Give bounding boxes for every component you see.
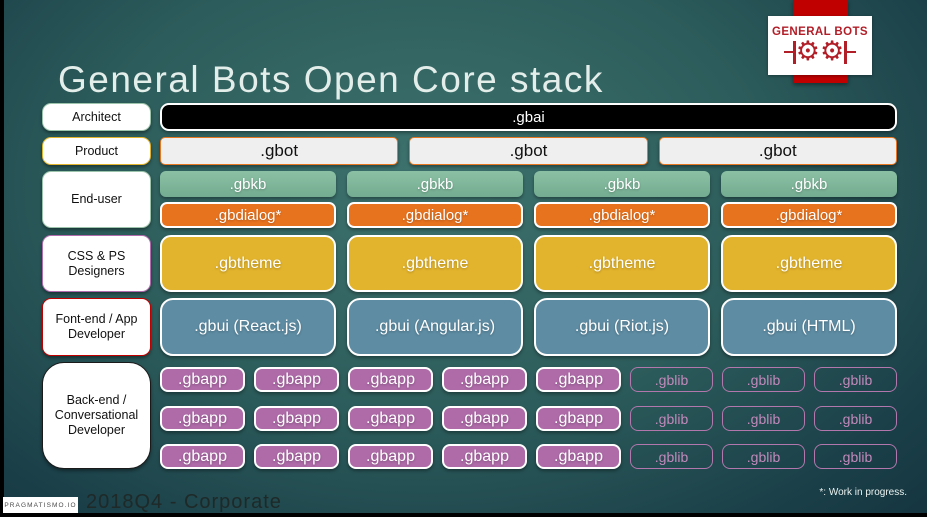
gbot-box: .gbot bbox=[409, 137, 648, 165]
gbui-react-box: .gbui (React.js) bbox=[160, 298, 336, 356]
gbapp-box: .gbapp bbox=[160, 406, 245, 431]
gbapp-box: .gbapp bbox=[254, 444, 339, 469]
row-gbtheme: .gbtheme .gbtheme .gbtheme .gbtheme bbox=[160, 235, 897, 292]
gbapp-box: .gbapp bbox=[348, 444, 433, 469]
gears-icon: ⚙ ⚙ bbox=[783, 36, 857, 67]
general-bots-logo: GENERAL BOTS ⚙ ⚙ bbox=[768, 16, 872, 75]
row-gbot: .gbot .gbot .gbot bbox=[160, 137, 897, 165]
gbot-box: .gbot bbox=[160, 137, 399, 165]
row-gbui: .gbui (React.js) .gbui (Angular.js) .gbu… bbox=[160, 298, 897, 356]
gbdialog-box: .gbdialog* bbox=[721, 202, 897, 228]
gbkb-box: .gbkb bbox=[534, 171, 710, 197]
gbtheme-box: .gbtheme bbox=[721, 235, 897, 292]
row-gbapp-gblib-2: .gbapp .gbapp .gbapp .gbapp .gbapp .gbli… bbox=[160, 406, 897, 431]
gbapp-box: .gbapp bbox=[348, 406, 433, 431]
gblib-box: .gblib bbox=[630, 444, 713, 469]
role-label-product: Product bbox=[42, 137, 151, 165]
gblib-box: .gblib bbox=[722, 444, 805, 469]
gbot-box: .gbot bbox=[658, 137, 897, 165]
gbui-riot-box: .gbui (Riot.js) bbox=[534, 298, 710, 356]
row-gbapp-gblib-3: .gbapp .gbapp .gbapp .gbapp .gbapp .gbli… bbox=[160, 444, 897, 469]
gbkb-box: .gbkb bbox=[347, 171, 523, 197]
work-in-progress-note: *: Work in progress. bbox=[819, 487, 907, 498]
gbkb-box: .gbkb bbox=[160, 171, 336, 197]
gear-icon: ⚙ bbox=[820, 36, 845, 67]
gbapp-box: .gbapp bbox=[442, 406, 527, 431]
gbapp-box: .gbapp bbox=[254, 406, 339, 431]
role-label-architect: Architect bbox=[42, 103, 151, 131]
gblib-box: .gblib bbox=[814, 406, 897, 431]
gbdialog-box: .gbdialog* bbox=[534, 202, 710, 228]
row-gbdialog: .gbdialog* .gbdialog* .gbdialog* .gbdial… bbox=[160, 202, 897, 228]
row-gbapp-gblib-1: .gbapp .gbapp .gbapp .gbapp .gbapp .gbli… bbox=[160, 367, 897, 392]
role-label-css-ps-designers: CSS & PS Designers bbox=[42, 235, 151, 292]
gblib-box: .gblib bbox=[814, 367, 897, 392]
row-gbkb: .gbkb .gbkb .gbkb .gbkb bbox=[160, 171, 897, 197]
gbtheme-box: .gbtheme bbox=[160, 235, 336, 292]
pragmatismo-brand-badge: PRAGMATISMO.IO bbox=[3, 497, 78, 513]
page-title: General Bots Open Core stack bbox=[58, 58, 604, 100]
gbapp-box: .gbapp bbox=[254, 367, 339, 392]
row-gbai: .gbai bbox=[160, 103, 897, 131]
gbai-box: .gbai bbox=[160, 103, 897, 131]
gbapp-box: .gbapp bbox=[348, 367, 433, 392]
role-label-end-user: End-user bbox=[42, 171, 151, 228]
gblib-box: .gblib bbox=[722, 406, 805, 431]
gbui-html-box: .gbui (HTML) bbox=[721, 298, 897, 356]
gbapp-box: .gbapp bbox=[536, 406, 621, 431]
gear-endcap-right-line bbox=[847, 50, 857, 54]
role-label-frontend-app-developer: Font-end / App Developer bbox=[42, 298, 151, 356]
gbapp-box: .gbapp bbox=[442, 367, 527, 392]
role-label-backend-conversational-developer: Back-end / Conversational Developer bbox=[42, 362, 151, 469]
left-border-strip bbox=[0, 0, 4, 517]
gbdialog-box: .gbdialog* bbox=[347, 202, 523, 228]
gblib-box: .gblib bbox=[630, 406, 713, 431]
gblib-box: .gblib bbox=[814, 444, 897, 469]
gbkb-box: .gbkb bbox=[721, 171, 897, 197]
gblib-box: .gblib bbox=[722, 367, 805, 392]
gbapp-box: .gbapp bbox=[536, 444, 621, 469]
gear-endcap-left-line bbox=[783, 50, 793, 54]
gbdialog-box: .gbdialog* bbox=[160, 202, 336, 228]
gblib-box: .gblib bbox=[630, 367, 713, 392]
slide: General Bots Open Core stack GENERAL BOT… bbox=[0, 0, 927, 517]
gbapp-box: .gbapp bbox=[160, 367, 245, 392]
gbui-angular-box: .gbui (Angular.js) bbox=[347, 298, 523, 356]
gear-icon: ⚙ bbox=[795, 36, 820, 67]
gbtheme-box: .gbtheme bbox=[534, 235, 710, 292]
bottom-border-strip bbox=[0, 513, 927, 517]
footer-caption: 2018Q4 - Corporate bbox=[86, 491, 282, 513]
gbtheme-box: .gbtheme bbox=[347, 235, 523, 292]
gbapp-box: .gbapp bbox=[442, 444, 527, 469]
gbapp-box: .gbapp bbox=[536, 367, 621, 392]
gbapp-box: .gbapp bbox=[160, 444, 245, 469]
